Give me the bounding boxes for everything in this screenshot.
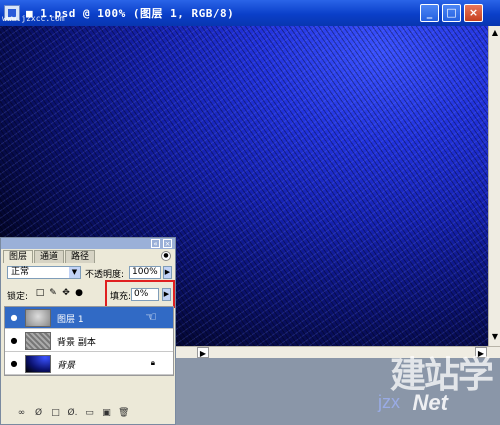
brand-logo-net: Net xyxy=(412,390,448,415)
layer-name: 背景 副本 xyxy=(57,338,96,348)
layers-list: ● 图层 1 ☜ ● 背景 副本 ● 背景 🔒︎ xyxy=(4,306,174,376)
eye-icon[interactable]: ● xyxy=(9,313,19,323)
add-mask-icon[interactable]: □ xyxy=(50,408,61,419)
fill-slider-button[interactable]: ▶ xyxy=(162,288,171,301)
scroll-down-icon[interactable]: ▼ xyxy=(490,332,500,344)
maximize-button[interactable]: □ xyxy=(442,4,461,22)
lock-image-icon[interactable]: ✎ xyxy=(48,288,58,299)
fill-field[interactable]: 0% xyxy=(131,288,159,301)
lock-icons: □ ✎ ✥ ● xyxy=(35,288,84,299)
close-button[interactable]: × xyxy=(464,4,483,22)
watermark-text: www.jzxcc.com xyxy=(2,14,65,23)
tab-paths[interactable]: 路径 xyxy=(65,250,96,263)
layer-row[interactable]: ● 背景 🔒︎ xyxy=(5,353,173,375)
new-layer-icon[interactable]: ▣ xyxy=(101,408,112,419)
opacity-slider-button[interactable]: ▶ xyxy=(163,266,172,279)
tab-layers[interactable]: 图层 xyxy=(3,250,34,263)
eye-icon[interactable]: ● xyxy=(9,359,19,369)
blend-mode-select[interactable]: 正常 ▼ xyxy=(7,266,81,279)
layer-thumbnail xyxy=(25,332,51,350)
trash-icon[interactable]: 🗑 xyxy=(118,408,129,419)
blend-mode-value: 正常 xyxy=(11,267,30,277)
vertical-scrollbar[interactable]: ▲ ▼ xyxy=(488,26,500,346)
layer-thumbnail xyxy=(25,355,51,373)
lock-all-icon[interactable]: ● xyxy=(74,288,84,299)
opacity-field[interactable]: 100% xyxy=(129,266,161,279)
tab-channels[interactable]: 通道 xyxy=(34,250,65,263)
lock-icon: 🔒︎ xyxy=(150,358,155,367)
link-layers-icon[interactable]: ∞ xyxy=(16,408,27,419)
close-panel-icon[interactable]: × xyxy=(163,239,172,248)
panel-menu-icon[interactable]: ● xyxy=(161,251,171,261)
lock-label: 锁定: xyxy=(7,292,29,302)
fill-label: 填充: xyxy=(110,292,132,302)
eye-icon[interactable]: ● xyxy=(9,336,19,346)
brand-logo-prefix: jzx xyxy=(378,392,400,412)
layer-name: 背景 xyxy=(57,361,76,371)
adjustment-layer-icon[interactable]: Ø. xyxy=(67,408,78,419)
layer-name: 图层 1 xyxy=(57,315,84,325)
lock-transparency-icon[interactable]: □ xyxy=(35,288,45,299)
lock-fill-row: 锁定: □ ✎ ✥ ● 填充: 0% ▶ xyxy=(5,280,175,308)
layer-row[interactable]: ● 图层 1 ☜ xyxy=(5,307,173,329)
hand-cursor-icon: ☜ xyxy=(145,310,157,325)
lock-position-icon[interactable]: ✥ xyxy=(61,288,71,299)
scroll-up-icon[interactable]: ▲ xyxy=(490,28,500,40)
panel-tabs: 图层 通道 路径 xyxy=(3,250,96,264)
scroll-left-icon[interactable]: ▶ xyxy=(197,347,209,358)
panel-header[interactable]: « × xyxy=(1,238,175,249)
minimize-button[interactable]: _ xyxy=(420,4,439,22)
chevron-down-icon: ▼ xyxy=(69,267,80,278)
window-titlebar[interactable]: ■ 1.psd @ 100% (图层 1, RGB/8) www.jzxcc.c… xyxy=(0,0,500,26)
layers-panel: « × 图层 通道 路径 ● 正常 ▼ 不透明度: 100% ▶ 锁定: □ ✎… xyxy=(0,237,176,425)
blend-opacity-row: 正常 ▼ 不透明度: 100% ▶ xyxy=(5,266,173,281)
panel-bottom-toolbar: ∞ Ø □ Ø. ▭ ▣ 🗑 xyxy=(4,408,174,422)
new-group-icon[interactable]: ▭ xyxy=(84,408,95,419)
layer-thumbnail xyxy=(25,309,51,327)
collapse-panel-icon[interactable]: « xyxy=(151,239,160,248)
opacity-label: 不透明度: xyxy=(85,270,125,280)
layer-row[interactable]: ● 背景 副本 xyxy=(5,330,173,352)
layer-style-icon[interactable]: Ø xyxy=(33,408,44,419)
